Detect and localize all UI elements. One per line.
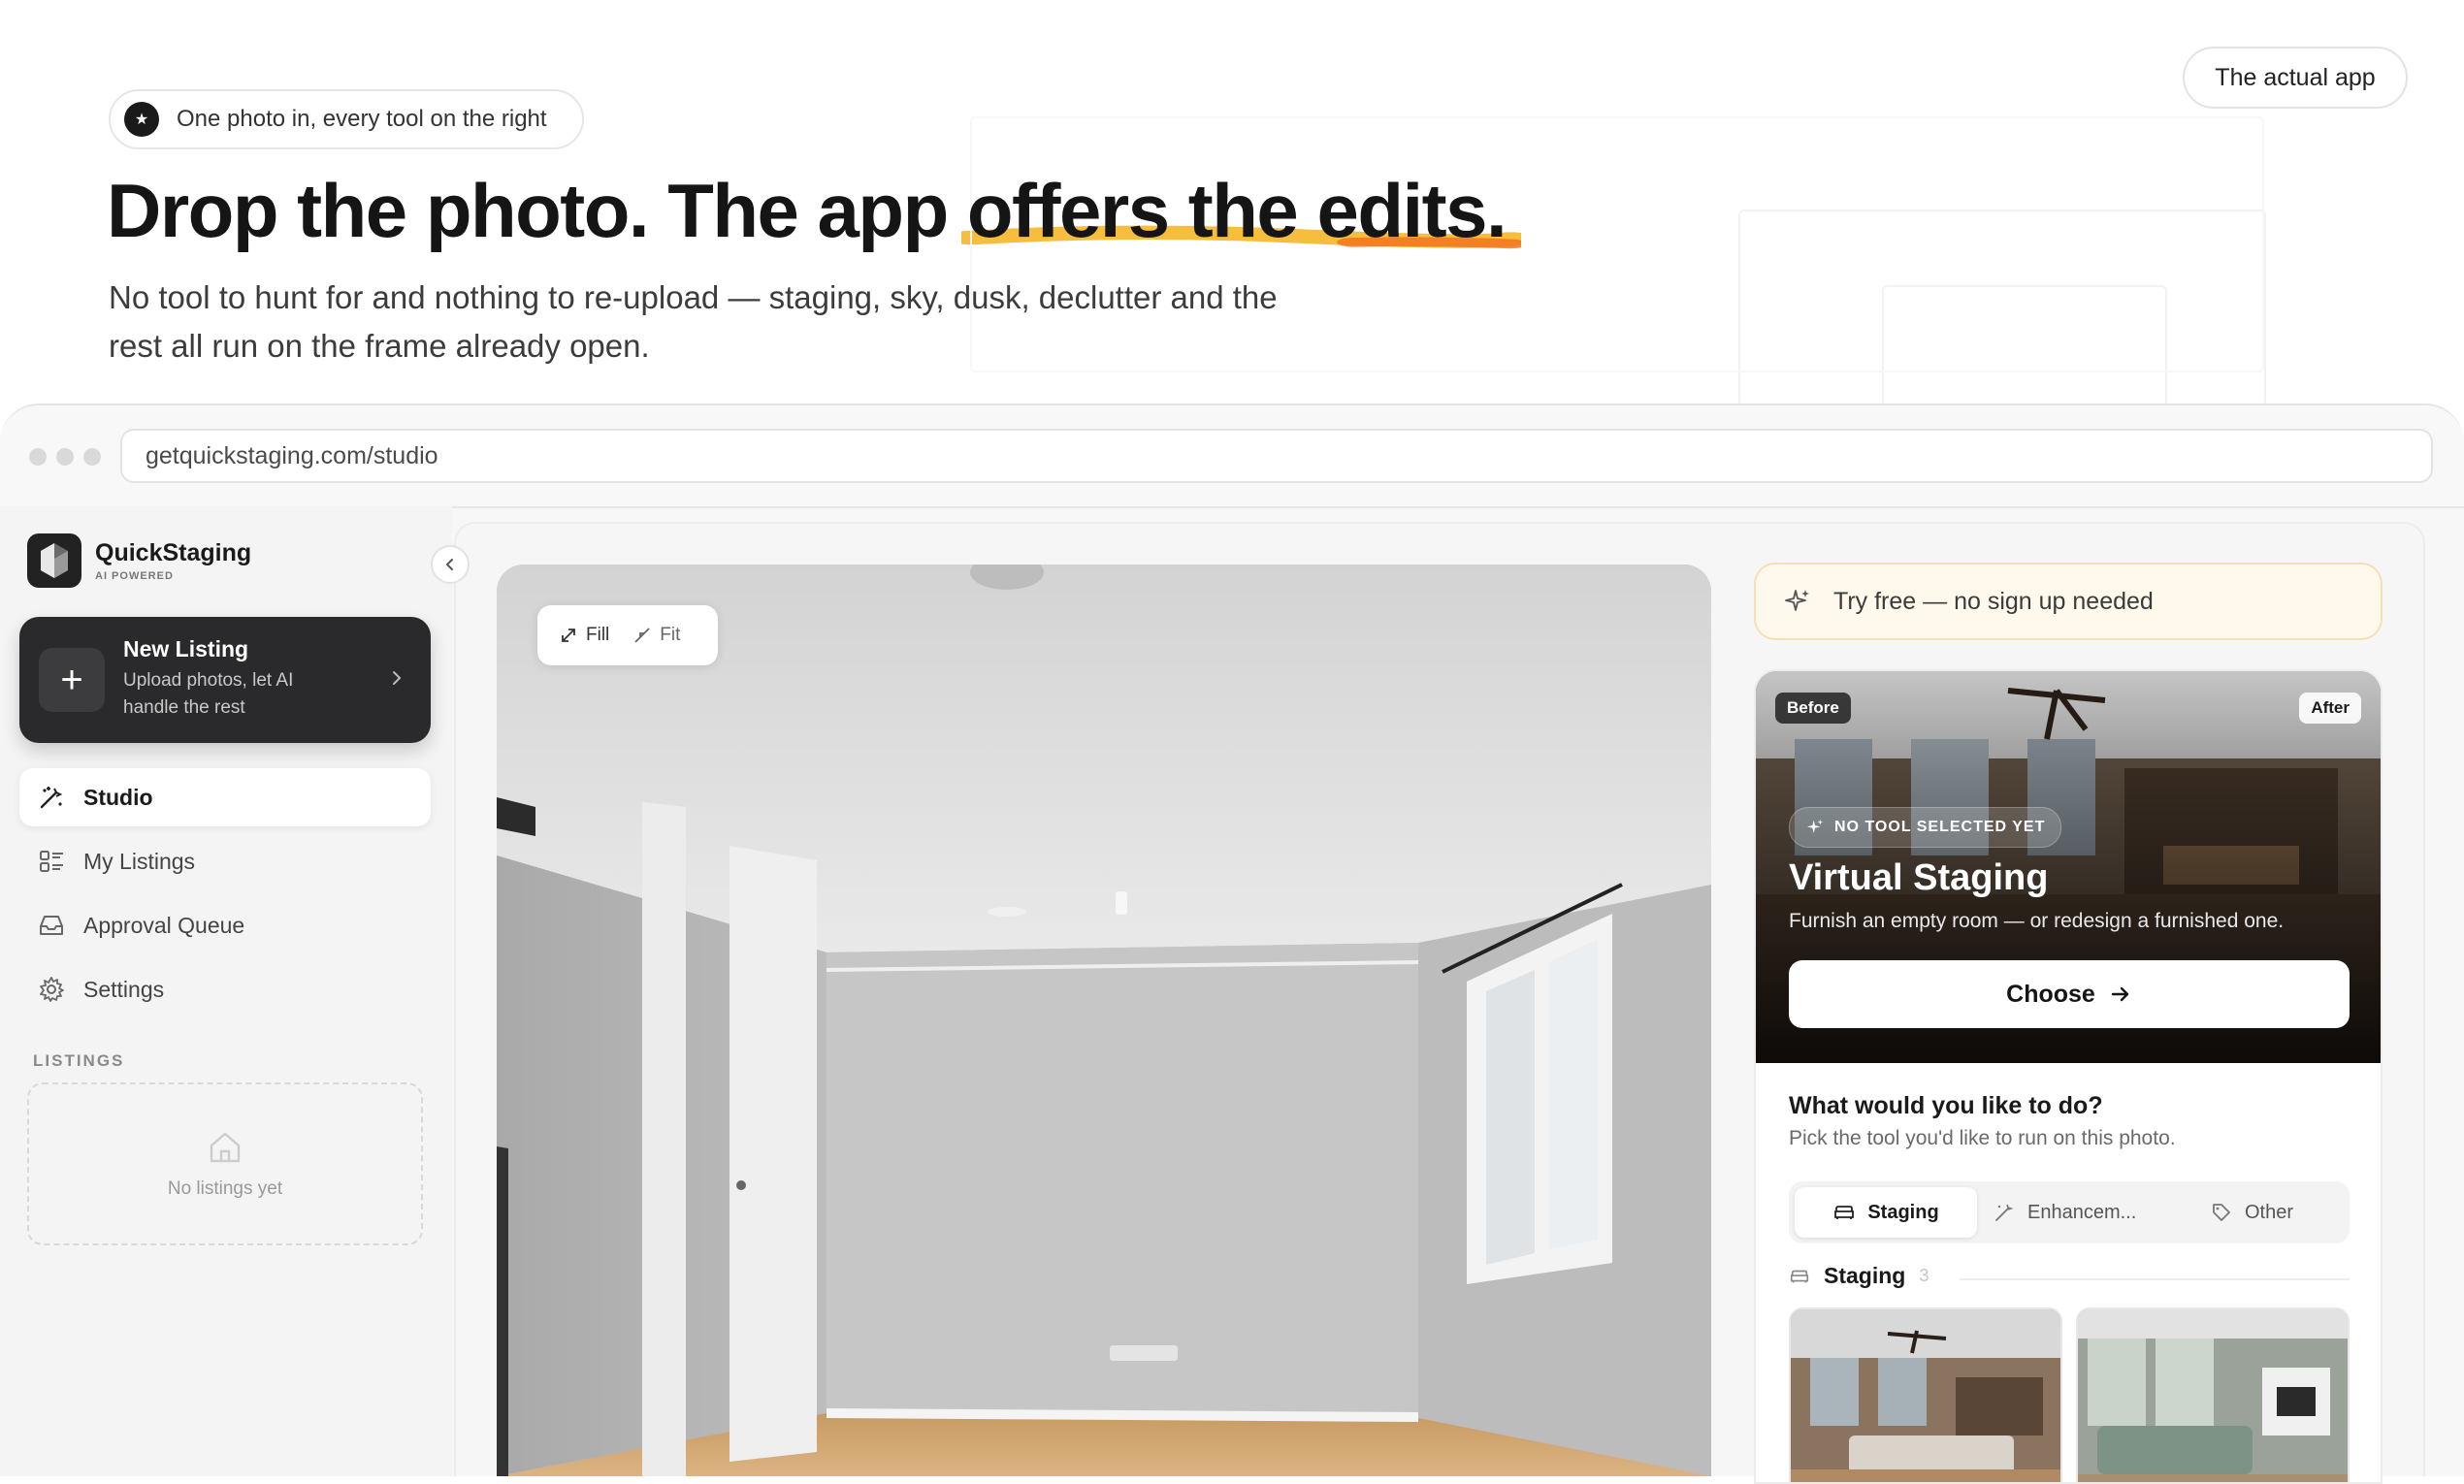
sparkle-icon (1785, 590, 1809, 611)
tool-description: Furnish an empty room — or redesign a fu… (1789, 910, 2285, 932)
brand-name: QuickStaging (95, 539, 252, 566)
view-mode-toggle: Fill Fit (537, 605, 718, 665)
hero-title-plain: Drop the photo. The app (107, 168, 967, 253)
room-photo-image (497, 565, 1711, 1476)
expand-icon (562, 629, 575, 642)
list-icon (40, 851, 63, 872)
sidebar-item-label: Settings (83, 976, 165, 1002)
empty-listings-placeholder: No listings yet (27, 1082, 423, 1245)
window-dot (56, 448, 74, 466)
hero-subtitle: No tool to hunt for and nothing to re-up… (109, 279, 1278, 364)
hero-badge-text: One photo in, every tool on the right (177, 106, 547, 132)
sofa-icon (1834, 1206, 1855, 1219)
sidebar-item-approval-queue[interactable]: Approval Queue (19, 896, 431, 954)
staging-option-thumbnail[interactable] (1789, 1307, 2062, 1482)
sidebar: QuickStaging AI POWERED + New Listing Up… (0, 506, 470, 1476)
sparkle-icon (1807, 820, 1823, 833)
try-free-text: Try free — no sign up needed (1833, 587, 2154, 615)
tab-staging[interactable]: Staging (1795, 1187, 1977, 1238)
listings-section-label: LISTINGS (33, 1051, 125, 1070)
arrow-right-icon (2111, 986, 2129, 1002)
inbox-icon (40, 916, 63, 935)
fit-label: Fit (660, 625, 681, 645)
home-icon (210, 1132, 241, 1163)
empty-listings-text: No listings yet (167, 1178, 283, 1199)
window-dot (83, 448, 101, 466)
quickstaging-logo (27, 533, 81, 588)
hero-badge: ★ One photo in, every tool on the right (109, 89, 584, 149)
sidebar-item-label: Approval Queue (83, 912, 245, 938)
section-divider (1960, 1278, 2350, 1280)
new-listing-title: New Listing (123, 636, 249, 661)
collapse-icon (634, 628, 650, 643)
question-title: What would you like to do? (1789, 1092, 2103, 1119)
room-photo[interactable] (497, 565, 1711, 1476)
tool-preview: Before After NO TOOL SELECTED YET Virtua… (1756, 671, 2381, 1063)
plus-icon: + (39, 648, 105, 712)
window-dot (29, 448, 47, 466)
fit-button[interactable]: Fit (632, 625, 680, 646)
new-listing-description: Upload photos, let AI handle the rest (123, 670, 294, 718)
chevron-left-icon (445, 559, 453, 570)
before-tag: Before (1775, 693, 1851, 724)
staging-option-thumbnail[interactable] (2076, 1307, 2350, 1482)
choose-button[interactable]: Choose (1789, 960, 2350, 1028)
sidebar-item-studio[interactable]: Studio (19, 768, 431, 826)
staging-section-count: 3 (1919, 1266, 1929, 1285)
tab-other[interactable]: Other (2210, 1187, 2293, 1238)
gear-icon (40, 977, 64, 1002)
tool-category-tabs: Staging Enhancem... Other (1789, 1181, 2350, 1243)
sidebar-item-settings[interactable]: Settings (19, 960, 431, 1018)
try-free-banner[interactable]: Try free — no sign up needed (1754, 563, 2383, 640)
fill-label: Fill (586, 625, 610, 645)
choose-label: Choose (2006, 980, 2095, 1008)
staging-thumbnail-image (1791, 1309, 2060, 1482)
tab-enhancements[interactable]: Enhancem... (1993, 1187, 2136, 1238)
browser-toolbar: getquickstaging.com/studio (0, 405, 2464, 508)
after-tag: After (2299, 693, 2361, 724)
magic-wand-icon (40, 787, 63, 809)
sidebar-item-label: Studio (83, 784, 153, 810)
address-bar[interactable]: getquickstaging.com/studio (120, 429, 2433, 483)
sidebar-item-label: My Listings (83, 848, 196, 874)
staging-section-title: Staging (1824, 1263, 1906, 1288)
actual-app-button[interactable]: The actual app (2183, 47, 2408, 109)
chevron-right-icon (393, 671, 402, 685)
wand-icon (1995, 1204, 2014, 1221)
tag-icon (2213, 1204, 2230, 1221)
hero-title: Drop the photo. The app offers the edits… (107, 167, 1522, 255)
no-tool-selected-badge: NO TOOL SELECTED YET (1789, 807, 2062, 848)
question-subtitle: Pick the tool you'd like to run on this … (1789, 1127, 2176, 1149)
collapse-sidebar-button[interactable] (431, 545, 470, 584)
brand-tagline: AI POWERED (95, 570, 174, 582)
tool-title: Virtual Staging (1789, 857, 2049, 898)
star-icon: ★ (124, 102, 159, 137)
hero-title-highlight: offers the edits. (960, 167, 1522, 255)
tool-picker-card: Before After NO TOOL SELECTED YET Virtua… (1754, 669, 2383, 1484)
sofa-icon (1790, 1270, 1809, 1282)
staging-thumbnail-image (2078, 1309, 2348, 1482)
fill-button[interactable]: Fill (559, 625, 609, 646)
staging-section-header: Staging 3 (1789, 1263, 1929, 1289)
sidebar-item-my-listings[interactable]: My Listings (19, 832, 431, 890)
new-listing-button[interactable]: + New Listing Upload photos, let AI hand… (19, 617, 431, 743)
